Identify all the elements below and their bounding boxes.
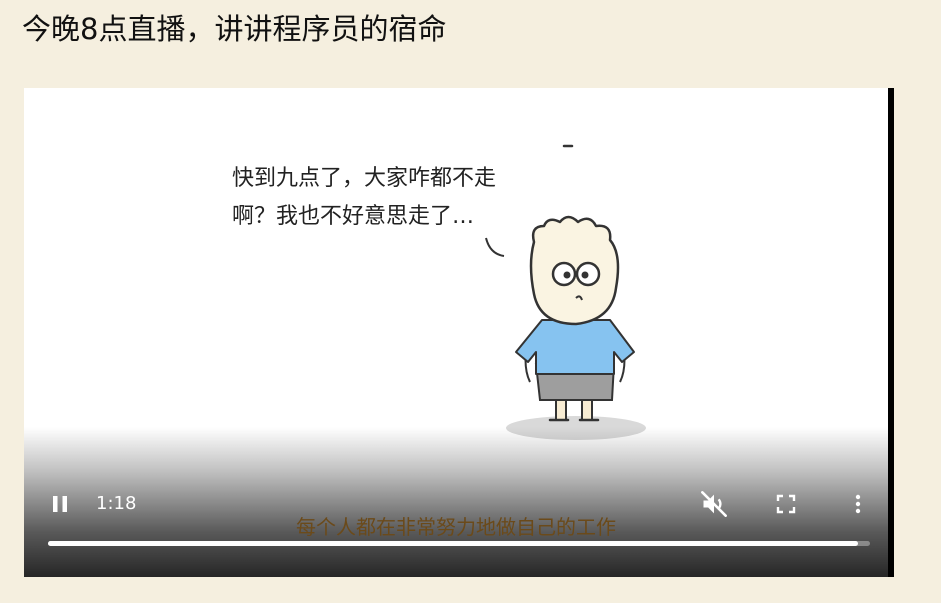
progress-bar[interactable] — [48, 541, 870, 546]
more-vert-icon — [855, 494, 861, 514]
volume-muted-icon — [701, 491, 727, 517]
cartoon-character — [485, 144, 646, 440]
video-player[interactable]: 快到九点了，大家咋都不走 啊？我也不好意思走了… 每个人都在非常努力地做自己的工… — [24, 88, 894, 577]
current-time: 1:18 — [96, 493, 137, 514]
progress-fill — [48, 541, 858, 546]
controls-gradient — [24, 427, 888, 577]
pause-button[interactable] — [48, 492, 72, 516]
fullscreen-icon — [776, 494, 796, 514]
more-options-button[interactable] — [846, 492, 870, 516]
speech-line-2: 啊？我也不好意思走了… — [232, 204, 475, 229]
fullscreen-button[interactable] — [774, 492, 798, 516]
speech-line-1: 快到九点了，大家咋都不走 — [232, 166, 497, 191]
video-frame[interactable]: 快到九点了，大家咋都不走 啊？我也不好意思走了… 每个人都在非常努力地做自己的工… — [24, 88, 888, 577]
video-subtitle: 每个人都在非常努力地做自己的工作 — [296, 515, 616, 539]
mute-button[interactable] — [700, 490, 728, 518]
page-title: 今晚8点直播，讲讲程序员的宿命 — [22, 12, 447, 46]
speech-bubble-text: 快到九点了，大家咋都不走 啊？我也不好意思走了… — [232, 160, 496, 236]
pause-icon — [53, 496, 67, 512]
